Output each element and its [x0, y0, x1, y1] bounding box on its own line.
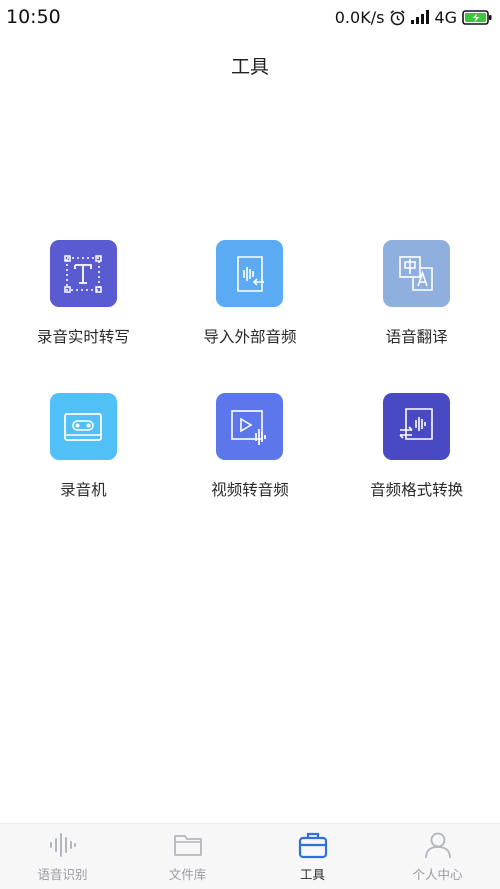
waveform-icon [48, 829, 78, 861]
person-icon [423, 829, 453, 861]
nav-tools[interactable]: 工具 [250, 824, 375, 889]
nav-label: 语音识别 [37, 867, 88, 882]
nav-file-library[interactable]: 文件库 [125, 824, 250, 889]
alarm-clock-icon [389, 9, 406, 26]
page-title: 工具 [230, 56, 269, 78]
status-time: 10:50 [6, 6, 61, 28]
battery-charging-icon [462, 9, 492, 25]
audio-convert-icon [383, 393, 451, 460]
tool-label: 录音机 [60, 481, 107, 499]
tool-label: 视频转音频 [211, 481, 289, 499]
text-transcribe-icon [49, 240, 117, 307]
tool-label: 录音实时转写 [36, 328, 130, 346]
tool-voice-translate[interactable]: 语音翻译 [333, 240, 500, 347]
tool-video-to-audio[interactable]: 视频转音频 [167, 393, 334, 500]
nav-profile[interactable]: 个人中心 [375, 824, 500, 889]
nav-label: 个人中心 [412, 867, 463, 882]
network-type: 4G [434, 7, 457, 27]
tool-realtime-transcribe[interactable]: 录音实时转写 [0, 240, 167, 347]
import-audio-icon [216, 240, 284, 307]
nav-label: 文件库 [168, 867, 207, 882]
status-bar: 10:50 0.0K/s 4G [0, 0, 500, 34]
translate-icon [383, 240, 451, 307]
tool-row: 录音实时转写 导入外部音频 语音翻译 [0, 240, 500, 347]
tool-grid: 录音实时转写 导入外部音频 语音翻译 录音机 视频转音频 音频格式转换 [0, 240, 500, 546]
tool-audio-convert[interactable]: 音频格式转换 [333, 393, 500, 500]
video-to-audio-icon [216, 393, 284, 460]
tool-import-audio[interactable]: 导入外部音频 [167, 240, 334, 347]
tool-recorder[interactable]: 录音机 [0, 393, 167, 500]
tool-row: 录音机 视频转音频 音频格式转换 [0, 393, 500, 500]
nav-voice-recognition[interactable]: 语音识别 [0, 824, 125, 889]
signal-bars-icon [411, 10, 430, 24]
toolbox-icon [298, 829, 328, 861]
tool-label: 导入外部音频 [203, 328, 297, 346]
tool-label: 语音翻译 [385, 328, 448, 346]
bottom-nav: 语音识别 文件库 工具 个人中心 [0, 823, 500, 889]
folder-icon [173, 829, 203, 861]
tool-label: 音频格式转换 [370, 481, 464, 499]
network-speed: 0.0K/s [334, 7, 385, 27]
nav-label: 工具 [299, 867, 325, 882]
cassette-icon [49, 393, 117, 460]
status-indicators: 0.0K/s 4G [335, 8, 492, 27]
